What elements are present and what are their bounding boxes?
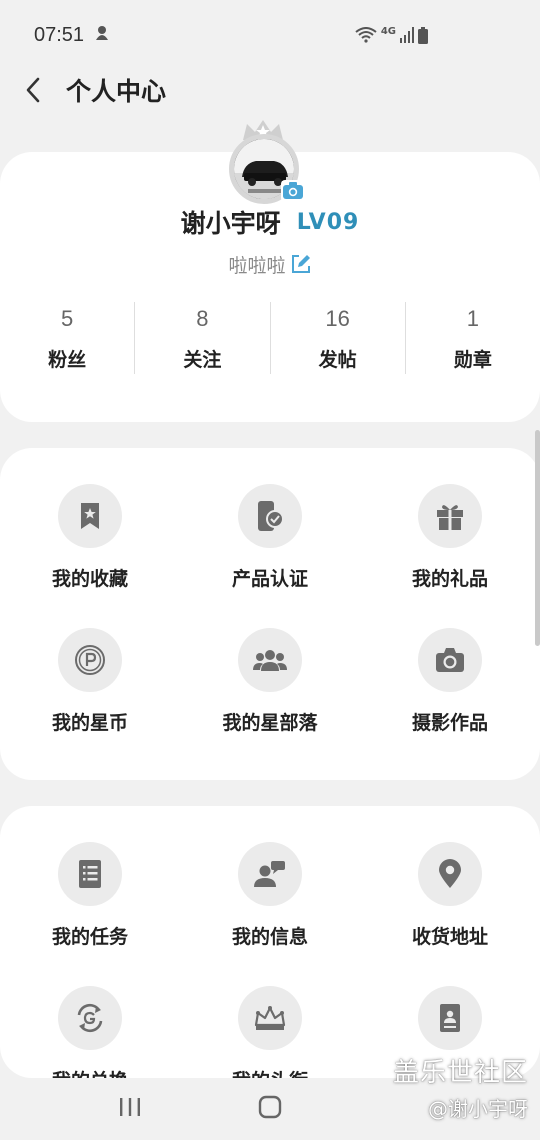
menu-star-coins[interactable]: 我的星币: [0, 628, 180, 742]
menu-icon-circle: [238, 986, 302, 1050]
menu-icon-circle: [58, 986, 122, 1050]
menu-label: 我的任务: [51, 926, 128, 948]
back-button[interactable]: [0, 60, 66, 120]
stat-label: 粉丝: [48, 349, 87, 371]
menu-icon-circle: [238, 484, 302, 548]
group-icon: [253, 650, 287, 671]
menu-icon-circle: [418, 484, 482, 548]
home-icon: [258, 1095, 282, 1119]
wifi-icon: [355, 27, 377, 43]
stat-label: 勋章: [453, 349, 492, 371]
status-icons: 4G: [355, 25, 428, 44]
menu-label: 我的信息: [231, 926, 308, 948]
coin-p-icon: [75, 645, 105, 675]
change-avatar-button[interactable]: [281, 180, 305, 202]
menu-photography[interactable]: 摄影作品: [360, 628, 540, 742]
phone-check-icon: [258, 501, 284, 531]
stat-posts[interactable]: 16 发帖: [271, 302, 406, 374]
status-time: 07:51: [34, 23, 85, 46]
menu-label: 产品认证: [231, 568, 308, 590]
crown-icon: [254, 1006, 286, 1030]
menu-icon-circle: [58, 484, 122, 548]
menu-icon-circle: [58, 842, 122, 906]
menu-favorites[interactable]: 我的收藏: [0, 484, 180, 598]
menu-card-secondary: 我的任务 我的信息 收货地址 我的兑换 我的头衔: [0, 806, 540, 1078]
watermark: 盖乐世社区 @谢小宇呀: [393, 1052, 528, 1122]
stat-value: 5: [61, 306, 74, 331]
exchange-g-icon: [77, 1003, 103, 1033]
user-level-badge: LV09: [296, 209, 360, 235]
menu-product-auth[interactable]: 产品认证: [180, 484, 360, 598]
user-name: 谢小宇呀: [180, 209, 281, 238]
battery-icon: [418, 26, 428, 44]
menu-gifts[interactable]: 我的礼品: [360, 484, 540, 598]
location-pin-icon: [439, 859, 461, 888]
page-header: 个人中心: [0, 60, 540, 120]
menu-label: 我的头衔: [232, 1066, 308, 1078]
menu-messages[interactable]: 我的信息: [180, 842, 360, 956]
edit-icon[interactable]: [290, 253, 312, 275]
menu-label: 收货地址: [411, 926, 488, 948]
stat-medals[interactable]: 1 勋章: [406, 302, 540, 374]
menu-tasks[interactable]: 我的任务: [0, 842, 180, 956]
camera-badge-icon: [283, 182, 303, 199]
menu-label: 我的收藏: [51, 568, 128, 590]
user-message-icon: [254, 861, 285, 887]
stat-value: 1: [466, 306, 479, 331]
stat-following[interactable]: 8 关注: [135, 302, 271, 374]
page-title: 个人中心: [66, 77, 167, 106]
recent-apps-button[interactable]: [118, 1096, 142, 1122]
camera-icon: [436, 648, 464, 672]
menu-icon-circle: [58, 628, 122, 692]
menu-icon-circle: [418, 842, 482, 906]
menu-label: 我的兑换: [52, 1066, 128, 1078]
stat-label: 关注: [183, 349, 222, 371]
signal-icon: [400, 27, 414, 43]
contact-card-icon: [440, 1004, 460, 1032]
profile-stats: 5 粉丝 8 关注 16 发帖 1 勋章: [0, 302, 540, 374]
menu-star-tribe[interactable]: 我的星部落: [180, 628, 360, 742]
name-row: 谢小宇呀 LV09: [0, 202, 540, 242]
menu-label: 摄影作品: [411, 712, 488, 734]
menu-card-primary: 我的收藏 产品认证 我的礼品 我的星币 我的星部落 摄影作品: [0, 448, 540, 780]
stat-label: 发帖: [318, 349, 357, 371]
stat-value: 8: [196, 306, 209, 331]
user-signature: 啦啦啦: [228, 254, 286, 277]
stat-followers[interactable]: 5 粉丝: [0, 302, 136, 374]
stat-value: 16: [325, 306, 350, 331]
home-button[interactable]: [258, 1095, 282, 1123]
menu-icon-circle: [418, 628, 482, 692]
task-list-icon: [79, 860, 101, 888]
watermark-user: @谢小宇呀: [428, 1097, 528, 1121]
menu-titles[interactable]: 我的头衔: [180, 986, 360, 1078]
menu-icon-circle: [238, 842, 302, 906]
menu-label: 我的礼品: [411, 568, 488, 590]
scrollbar[interactable]: [535, 430, 540, 646]
watermark-brand: 盖乐世社区: [392, 1058, 528, 1088]
avatar-container[interactable]: [229, 118, 305, 204]
bookmark-star-icon: [81, 503, 99, 529]
chevron-left-icon: [26, 77, 40, 103]
menu-icon-circle: [238, 628, 302, 692]
recent-apps-icon: [120, 1098, 140, 1116]
menu-label: 我的星部落: [222, 712, 318, 734]
gift-icon: [437, 505, 463, 530]
menu-icon-circle: [418, 986, 482, 1050]
menu-address[interactable]: 收货地址: [360, 842, 540, 956]
signature-row[interactable]: 啦啦啦: [0, 248, 540, 280]
menu-label: 我的星币: [51, 712, 128, 734]
notification-icon: [94, 24, 110, 46]
network-type-label: 4G: [380, 25, 396, 37]
menu-exchange[interactable]: 我的兑换: [0, 986, 180, 1078]
